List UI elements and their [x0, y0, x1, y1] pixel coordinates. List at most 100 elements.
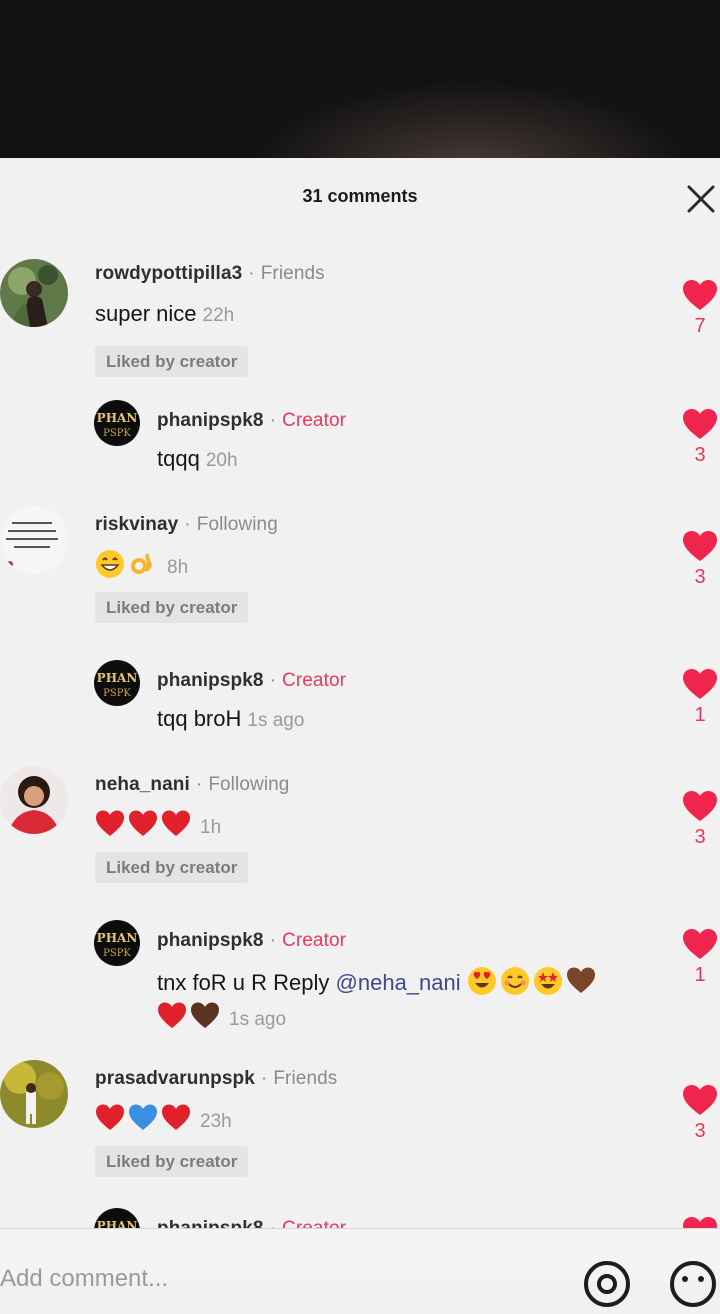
comments-sheet: rowdypottipilla3 · Friends super nice 22h L…: [0, 158, 720, 1280]
like-button[interactable]: 1: [680, 928, 720, 987]
mention-link[interactable]: @neha_nani: [336, 970, 461, 995]
comment-username[interactable]: neha_nani · Following: [95, 774, 289, 796]
heart-icon: [683, 791, 717, 821]
like-button[interactable]: 3: [680, 790, 720, 849]
svg-text:PHAN: PHAN: [97, 931, 138, 945]
separator-dot: ·: [248, 263, 255, 284]
star-struck-emoji: [533, 967, 562, 995]
comment-text: super nice 22h: [95, 301, 234, 327]
heart-icon: [683, 1085, 717, 1115]
close-icon: [687, 185, 715, 213]
like-count: 3: [694, 826, 706, 848]
comment-username[interactable]: phanipspk8·Creator: [157, 930, 346, 952]
comments-header: 31 comments: [0, 158, 720, 238]
username-text[interactable]: riskvinay: [95, 514, 178, 535]
relation-label: Friends: [260, 263, 325, 284]
liked-by-creator-badge: Liked by creator: [95, 592, 249, 623]
avatar[interactable]: PHAN PSPK: [94, 400, 140, 446]
red-heart-emoji: [129, 810, 157, 836]
comment-username[interactable]: phanipspk8·Creator: [157, 670, 346, 692]
separator-dot: ·: [270, 1218, 276, 1228]
avatar[interactable]: [0, 766, 68, 834]
avatar[interactable]: [0, 506, 68, 574]
comment-time: 1h: [200, 817, 222, 838]
like-button[interactable]: 3: [680, 1084, 720, 1143]
like-count: 3: [694, 1120, 706, 1142]
username-text[interactable]: phanipspk8: [157, 670, 264, 691]
username-text[interactable]: prasadvarunpspk: [95, 1068, 255, 1089]
like-count: 7: [694, 315, 706, 337]
heart-icon: [683, 531, 717, 561]
creator-label: Creator: [282, 930, 347, 951]
svg-text:PHAN: PHAN: [97, 1219, 138, 1228]
comment-text: tqqq 20h: [157, 446, 238, 472]
relation-label: Following: [196, 514, 278, 535]
comment-time: 22h: [202, 305, 235, 326]
like-button[interactable]: 3: [680, 408, 720, 467]
add-comment-input[interactable]: Add comment...: [0, 1265, 168, 1293]
avatar[interactable]: [0, 259, 68, 327]
heart-icon: [683, 409, 717, 439]
blue-heart-emoji: [129, 1104, 157, 1130]
red-heart-emoji: [162, 1104, 190, 1130]
svg-text:PSPK: PSPK: [103, 688, 131, 699]
comment-username[interactable]: phanipspk8·Creator: [157, 410, 346, 432]
comment-body: tqqq: [157, 446, 200, 471]
brown-heart-emoji: [566, 967, 595, 993]
separator-dot: ·: [269, 670, 277, 691]
liked-by-creator-badge: Liked by creator: [95, 852, 249, 883]
comment-text: 1h: [95, 809, 221, 839]
avatar[interactable]: [0, 1060, 68, 1128]
red-heart-emoji: [96, 810, 124, 836]
heart-icon: [683, 929, 717, 959]
comment-time: 23h: [200, 1111, 232, 1132]
username-text[interactable]: neha_nani: [95, 774, 190, 795]
username-text[interactable]: phanipspk8: [157, 930, 264, 951]
username-text[interactable]: rowdypottipilla3: [95, 263, 242, 284]
mention-button[interactable]: [582, 1259, 632, 1309]
comment-time: 1s ago: [229, 1009, 287, 1030]
avatar[interactable]: PHAN PSPK: [94, 920, 140, 966]
red-heart-emoji: [162, 810, 190, 836]
comment-text: tnx foR u R Reply @neha_nani: [157, 966, 599, 996]
creator-label: Creator: [282, 1218, 346, 1228]
svg-text:PSPK: PSPK: [103, 428, 131, 439]
comment-username[interactable]: riskvinay · Following: [95, 514, 278, 536]
separator-dot: ·: [195, 774, 203, 795]
grin-emoji: [96, 550, 124, 578]
like-button[interactable]: 1: [680, 668, 720, 727]
svg-text:PSPK: PSPK: [103, 948, 131, 959]
comment-count-title: 31 comments: [302, 186, 418, 206]
heart-icon: [683, 669, 717, 699]
comment-body: tnx foR u R Reply: [157, 970, 330, 995]
comment-text: 8h: [95, 549, 188, 579]
username-text[interactable]: phanipspk8: [157, 410, 264, 431]
avatar[interactable]: PHAN PSPK: [94, 660, 140, 706]
avatar[interactable]: PHAN: [94, 1208, 140, 1228]
comment-username[interactable]: phanipspk8 · Creator: [157, 1218, 346, 1228]
heart-icon: [683, 280, 717, 310]
comment-username[interactable]: prasadvarunpspk · Friends: [95, 1068, 337, 1090]
comment-list[interactable]: rowdypottipilla3 · Friends super nice 22h L…: [0, 158, 720, 1228]
comment-time: 1s ago: [247, 710, 305, 731]
liked-by-creator-badge: Liked by creator: [95, 1146, 249, 1177]
like-button[interactable]: 7: [680, 279, 720, 338]
svg-text:PHAN: PHAN: [97, 671, 138, 685]
emoji-button[interactable]: [668, 1259, 718, 1309]
video-background[interactable]: [0, 0, 720, 160]
like-count: 1: [694, 964, 706, 986]
comment-input-bar: Add comment...: [0, 1228, 720, 1307]
comment-body: tqq broH: [157, 706, 242, 731]
like-count: 3: [694, 566, 706, 588]
svg-text:PHAN: PHAN: [97, 411, 138, 425]
red-heart-emoji: [96, 1104, 124, 1130]
comment-username[interactable]: rowdypottipilla3 · Friends: [95, 263, 325, 285]
like-button[interactable]: 3: [680, 530, 720, 589]
at-sign-icon: [584, 1261, 630, 1307]
separator-dot: ·: [269, 930, 277, 951]
username-text[interactable]: phanipspk8: [157, 1218, 264, 1228]
close-button[interactable]: [684, 182, 718, 216]
like-button[interactable]: [680, 1216, 720, 1228]
like-count: 3: [694, 444, 706, 466]
separator-dot: ·: [269, 410, 277, 431]
